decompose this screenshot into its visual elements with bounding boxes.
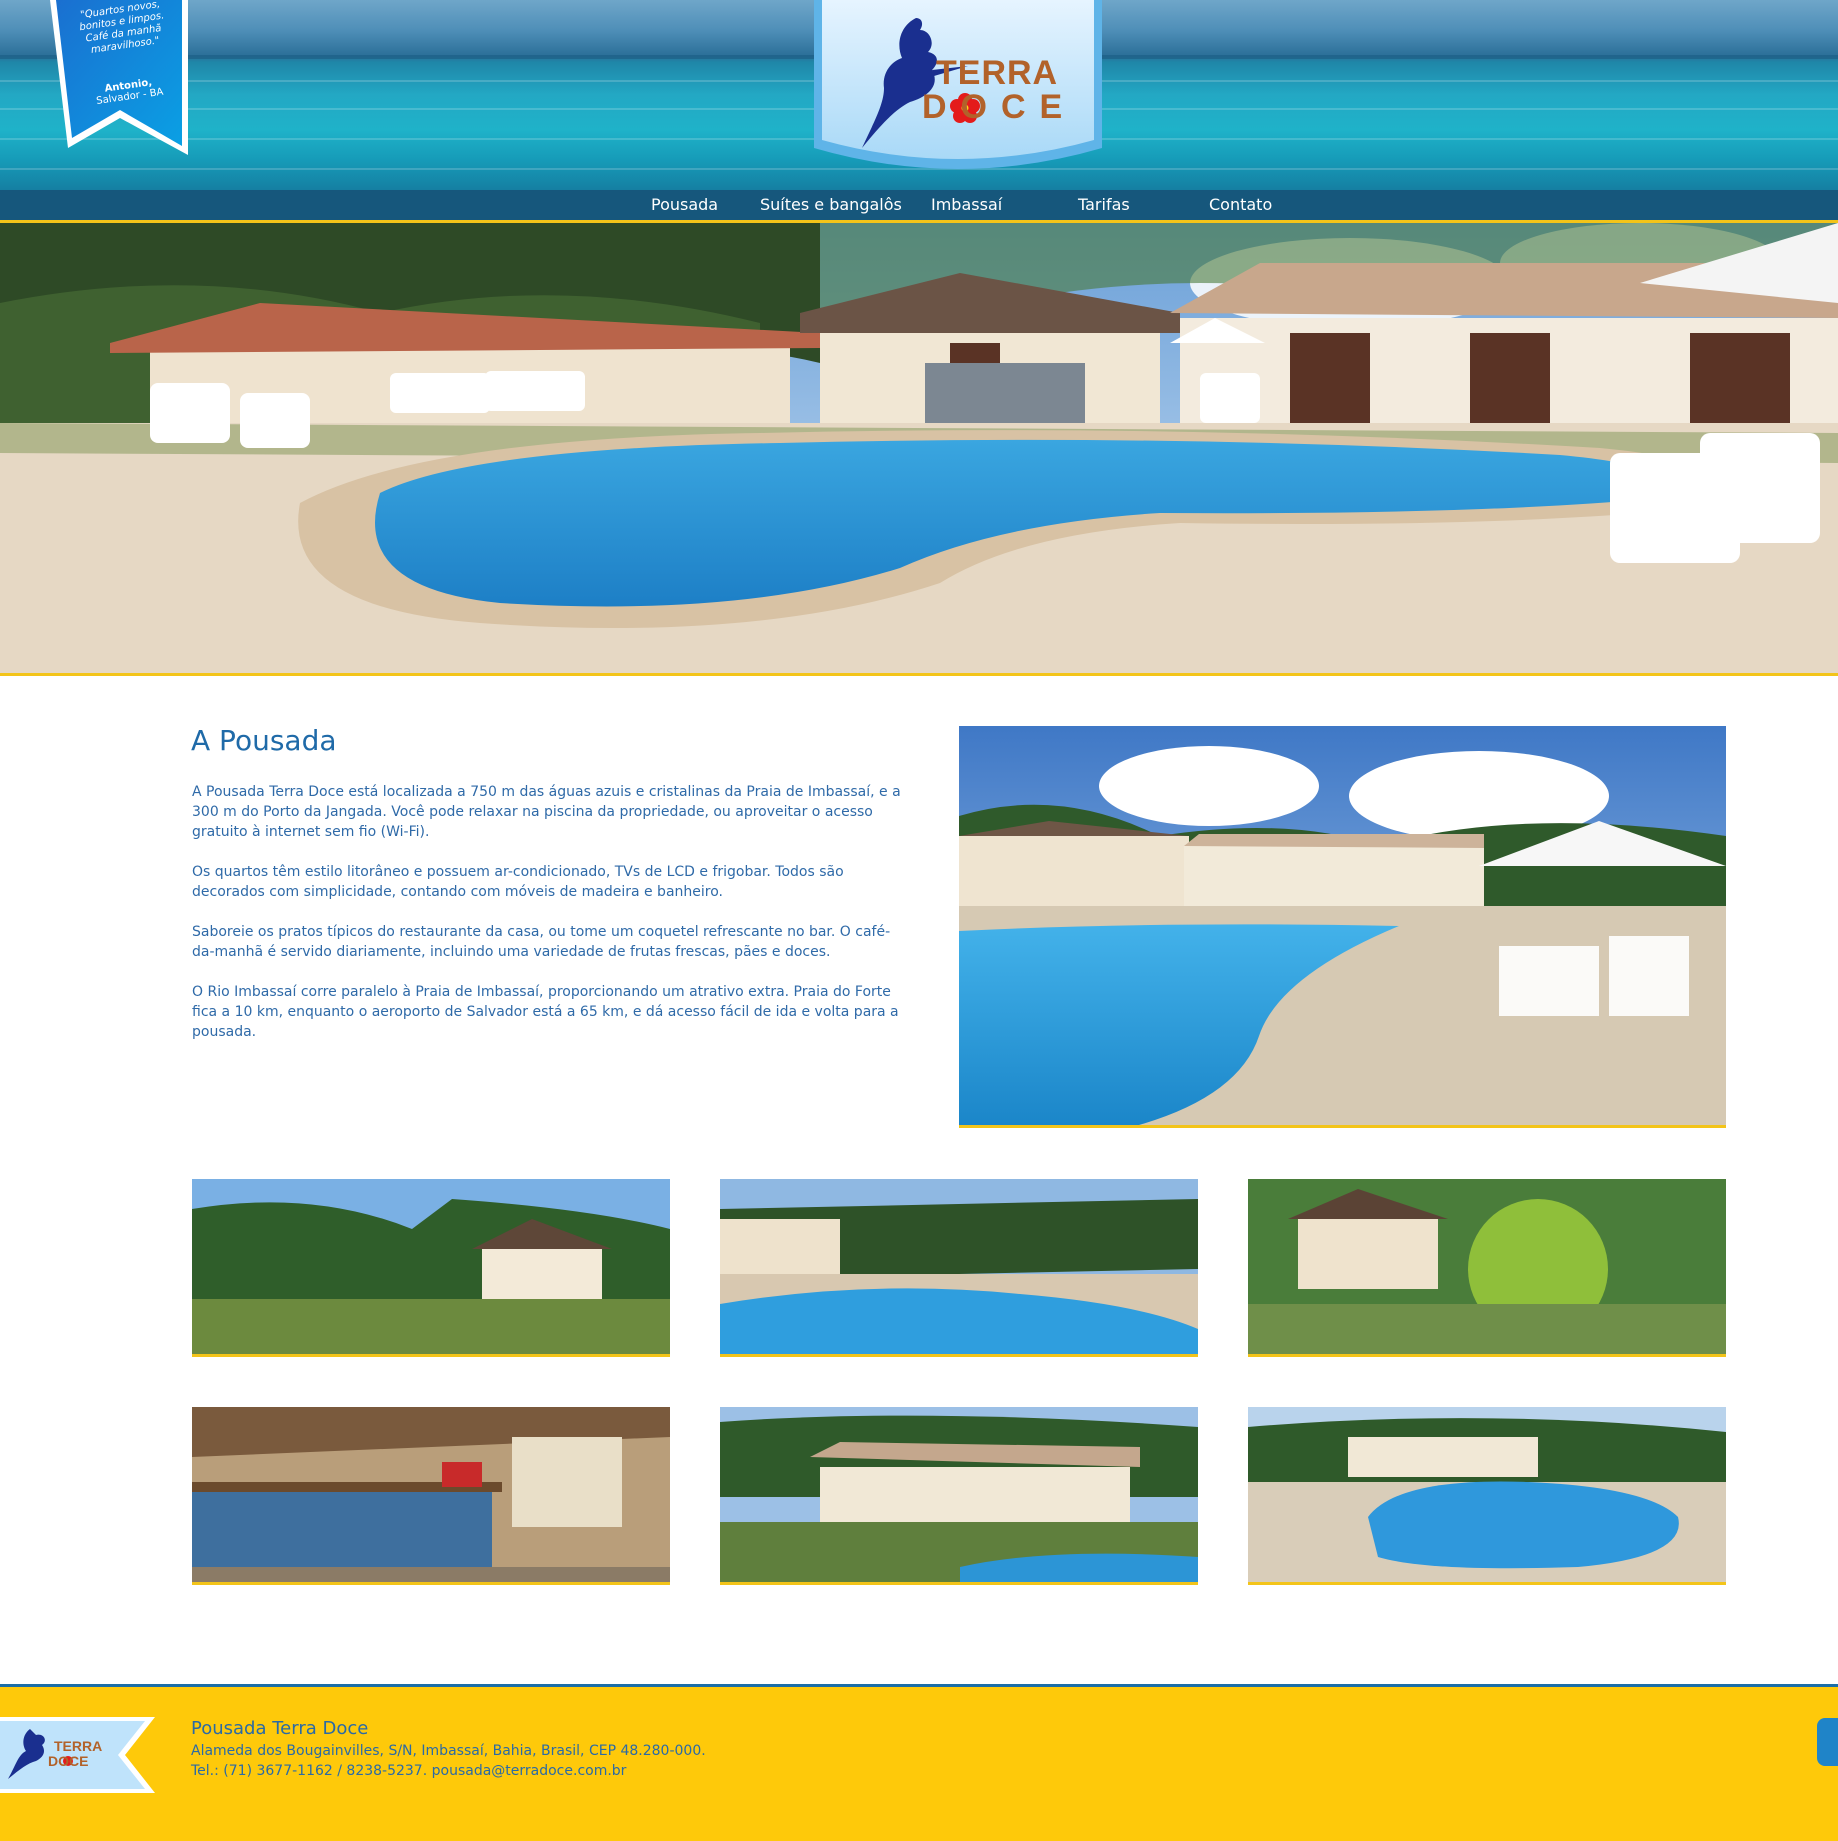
- footer-address: Alameda dos Bougainvilles, S/N, Imbassaí…: [191, 1743, 706, 1759]
- nav-item-contato[interactable]: Contato: [1209, 195, 1272, 214]
- main-nav: Pousada Suítes e bangalôs Imbassaí Tarif…: [0, 190, 1838, 223]
- footer-side-tab[interactable]: [1817, 1718, 1838, 1766]
- gallery-thumb-pool-overview[interactable]: [1248, 1407, 1726, 1585]
- footer-contact: Tel.: (71) 3677-1162 / 8238-5237. pousad…: [191, 1763, 627, 1779]
- footer-logo[interactable]: TERRA DOCE: [0, 1717, 160, 1793]
- paragraph-region: O Rio Imbassaí corre paralelo à Praia de…: [192, 984, 899, 1040]
- paragraph-restaurant: Saboreie os pratos típicos do restaurant…: [192, 924, 891, 960]
- gallery-thumb-bungalows[interactable]: [720, 1407, 1198, 1585]
- hero-pool-photo: [0, 223, 1838, 676]
- gallery-thumb-pool[interactable]: [720, 1179, 1198, 1357]
- paragraph-location: A Pousada Terra Doce está localizada a 7…: [192, 784, 901, 840]
- logo-text-doce: DOCE: [922, 88, 1077, 126]
- feature-pool-photo: [959, 726, 1726, 1128]
- nav-item-pousada[interactable]: Pousada: [651, 195, 718, 214]
- paragraph-rooms: Os quartos têm estilo litorâneo e possue…: [192, 864, 844, 900]
- nav-item-tarifas[interactable]: Tarifas: [1078, 195, 1130, 214]
- footer-logo-doce: DOCE: [48, 1753, 88, 1769]
- nav-item-imbassai[interactable]: Imbassaí: [931, 195, 1002, 214]
- footer-logo-terra: TERRA: [54, 1738, 102, 1754]
- gallery-thumb-garden-hut[interactable]: [192, 1179, 670, 1357]
- nav-item-suites[interactable]: Suítes e bangalôs: [760, 195, 902, 214]
- section-title: A Pousada: [191, 724, 337, 757]
- footer-business-name: Pousada Terra Doce: [191, 1718, 369, 1739]
- gallery-thumb-bar-garden[interactable]: [1248, 1179, 1726, 1357]
- gallery-thumb-bar[interactable]: [192, 1407, 670, 1585]
